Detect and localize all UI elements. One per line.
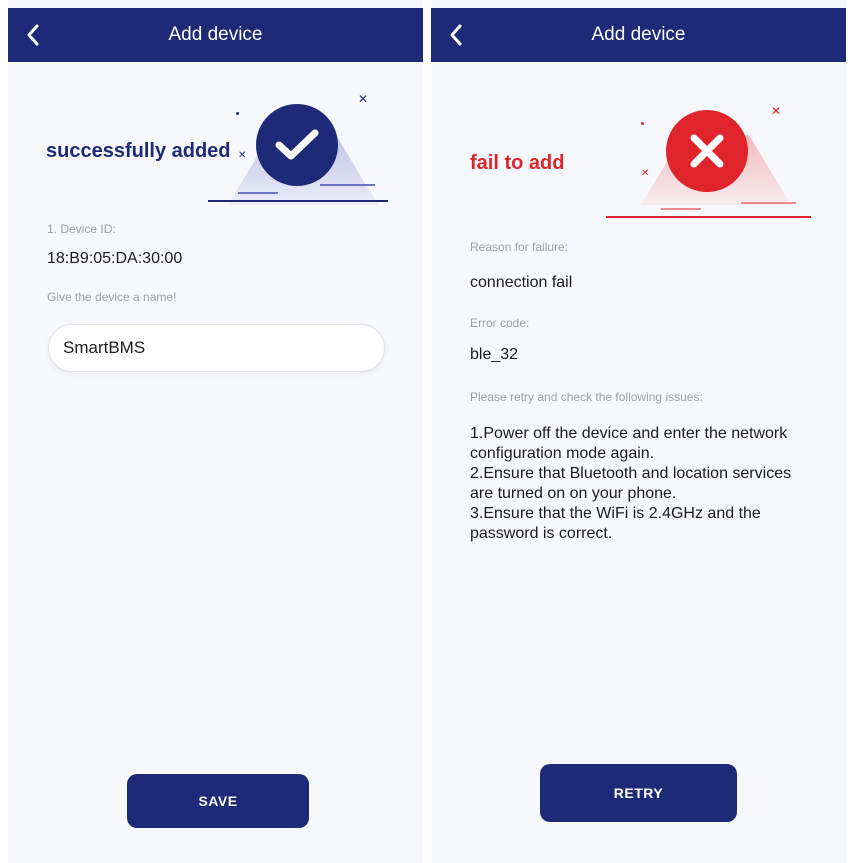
list-item: 1.Power off the device and enter the net… xyxy=(470,425,788,462)
back-button[interactable] xyxy=(16,18,50,52)
success-badge xyxy=(256,104,338,186)
page-title: Add device xyxy=(168,24,263,45)
device-name-input[interactable] xyxy=(48,324,385,372)
chevron-left-icon xyxy=(27,24,39,46)
retry-button[interactable]: RETRY xyxy=(540,764,737,822)
sparkle-dot xyxy=(236,112,239,115)
status-title: fail to add xyxy=(470,152,565,174)
list-item: 3.Ensure that the WiFi is 2.4GHz and the… xyxy=(470,505,761,542)
ground-line xyxy=(208,200,388,202)
page-title: Add device xyxy=(591,24,686,45)
ground-line xyxy=(320,184,375,186)
back-button[interactable] xyxy=(439,18,473,52)
device-name-label: Give the device a name! xyxy=(47,290,177,304)
chevron-left-icon xyxy=(450,24,462,46)
status-hero: successfully added ✕ ✕ xyxy=(8,80,423,220)
success-screen: Add device successfully added ✕ ✕ 1. Dev… xyxy=(8,0,423,863)
status-hero: fail to add ✕ ✕ xyxy=(431,80,846,220)
error-badge xyxy=(666,110,748,192)
failure-screen: Add device fail to add ✕ ✕ Reason for fa… xyxy=(431,0,846,863)
error-code-value: ble_32 xyxy=(470,346,519,363)
sparkle-icon: ✕ xyxy=(358,92,369,106)
ground-line xyxy=(238,192,278,194)
status-title: successfully added xyxy=(46,140,231,162)
app-header: Add device xyxy=(8,8,423,62)
sparkle-dot xyxy=(641,122,644,125)
ground-line xyxy=(741,202,796,204)
sparkle-icon: ✕ xyxy=(238,150,247,161)
device-id-label: 1. Device ID: xyxy=(47,222,116,236)
status-illustration: ✕ ✕ xyxy=(606,80,811,218)
instructions-label: Please retry and check the following iss… xyxy=(470,390,703,404)
ground-line xyxy=(661,208,701,210)
app-header: Add device xyxy=(431,8,846,62)
sparkle-icon: ✕ xyxy=(771,104,782,118)
troubleshooting-list: 1.Power off the device and enter the net… xyxy=(470,424,815,544)
ground-line xyxy=(606,216,811,218)
failure-reason-value: connection fail xyxy=(470,274,573,291)
device-id-value: 18:B9:05:DA:30:00 xyxy=(47,250,183,267)
save-button[interactable]: SAVE xyxy=(127,774,309,828)
status-illustration: ✕ ✕ xyxy=(208,80,398,210)
list-item: 2.Ensure that Bluetooth and location ser… xyxy=(470,465,792,502)
checkmark-icon xyxy=(275,129,319,160)
error-code-label: Error code: xyxy=(470,316,530,330)
close-x-icon xyxy=(690,134,724,168)
sparkle-icon: ✕ xyxy=(641,168,650,179)
failure-reason-label: Reason for failure: xyxy=(470,240,569,254)
